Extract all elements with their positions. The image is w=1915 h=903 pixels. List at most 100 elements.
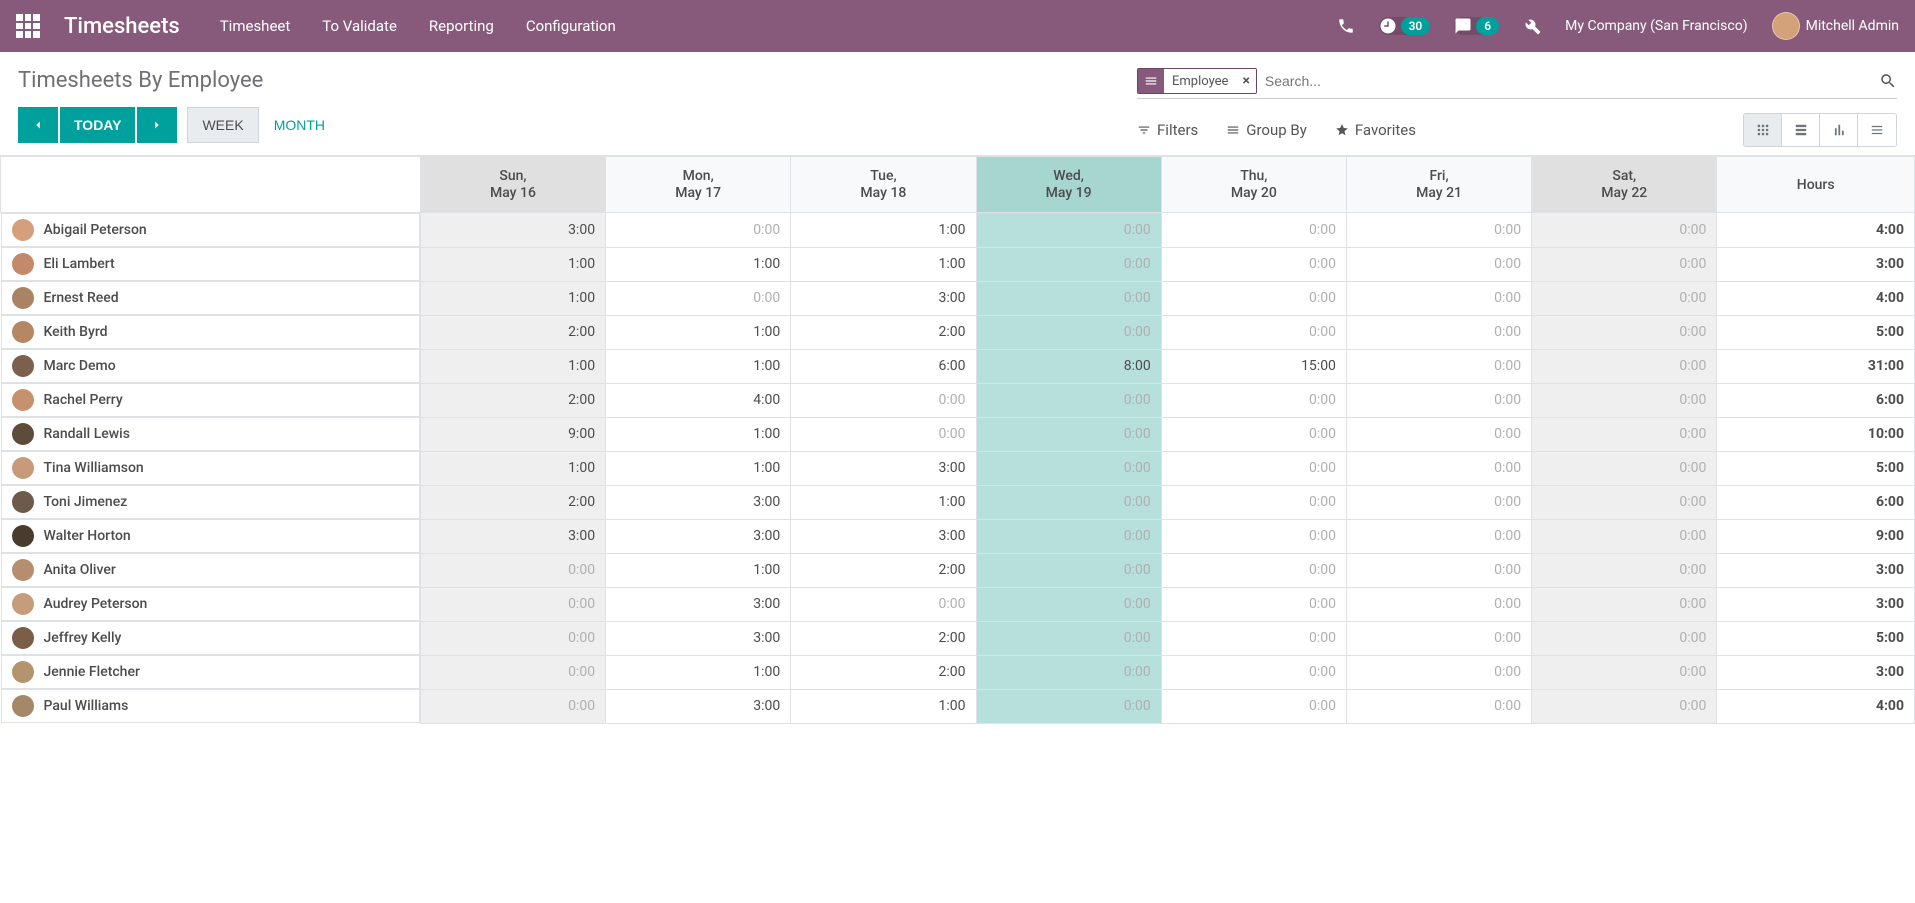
grid-cell[interactable]: 0:00 bbox=[420, 553, 605, 587]
grid-cell[interactable]: 0:00 bbox=[1161, 247, 1346, 281]
scale-month-button[interactable]: MONTH bbox=[259, 107, 340, 143]
grid-cell[interactable]: 0:00 bbox=[1532, 451, 1717, 485]
grid-cell[interactable]: 0:00 bbox=[420, 587, 605, 621]
row-header[interactable]: Paul Williams bbox=[1, 689, 420, 723]
grid-cell[interactable]: 0:00 bbox=[1532, 553, 1717, 587]
grid-cell[interactable]: 0:00 bbox=[976, 315, 1161, 349]
grid-cell[interactable]: 1:00 bbox=[791, 213, 976, 248]
grid-cell[interactable]: 0:00 bbox=[1161, 553, 1346, 587]
row-header[interactable]: Randall Lewis bbox=[1, 417, 420, 451]
grid-cell[interactable]: 4:00 bbox=[606, 383, 791, 417]
grid-cell[interactable]: 1:00 bbox=[420, 281, 605, 315]
grid-cell[interactable]: 0:00 bbox=[976, 213, 1161, 248]
grid-cell[interactable]: 0:00 bbox=[1161, 417, 1346, 451]
search-input[interactable] bbox=[1265, 73, 1879, 89]
grid-cell[interactable]: 0:00 bbox=[791, 587, 976, 621]
grid-cell[interactable]: 2:00 bbox=[420, 383, 605, 417]
timer-badge[interactable]: 30 bbox=[1379, 17, 1431, 35]
grid-cell[interactable]: 3:00 bbox=[606, 519, 791, 553]
grid-cell[interactable]: 0:00 bbox=[1161, 689, 1346, 723]
grid-cell[interactable]: 0:00 bbox=[1532, 655, 1717, 689]
row-header[interactable]: Anita Oliver bbox=[1, 553, 420, 587]
grid-cell[interactable]: 8:00 bbox=[976, 349, 1161, 383]
view-grid-button[interactable] bbox=[1744, 114, 1782, 146]
grid-cell[interactable]: 0:00 bbox=[1161, 213, 1346, 248]
group-by-button[interactable]: Group By bbox=[1226, 121, 1307, 139]
grid-cell[interactable]: 0:00 bbox=[606, 281, 791, 315]
grid-cell[interactable]: 15:00 bbox=[1161, 349, 1346, 383]
grid-cell[interactable]: 0:00 bbox=[1161, 485, 1346, 519]
grid-cell[interactable]: 0:00 bbox=[1161, 587, 1346, 621]
grid-cell[interactable]: 2:00 bbox=[791, 553, 976, 587]
grid-cell[interactable]: 0:00 bbox=[976, 621, 1161, 655]
row-header[interactable]: Marc Demo bbox=[1, 349, 420, 383]
grid-cell[interactable]: 2:00 bbox=[791, 315, 976, 349]
grid-cell[interactable]: 0:00 bbox=[1532, 213, 1717, 248]
grid-cell[interactable]: 3:00 bbox=[606, 587, 791, 621]
grid-cell[interactable]: 2:00 bbox=[420, 485, 605, 519]
grid-cell[interactable]: 0:00 bbox=[1346, 485, 1531, 519]
grid-cell[interactable]: 1:00 bbox=[420, 247, 605, 281]
row-header[interactable]: Walter Horton bbox=[1, 519, 420, 553]
grid-cell[interactable]: 0:00 bbox=[976, 519, 1161, 553]
grid-cell[interactable]: 0:00 bbox=[606, 213, 791, 248]
grid-cell[interactable]: 0:00 bbox=[1532, 349, 1717, 383]
nav-link-reporting[interactable]: Reporting bbox=[429, 17, 494, 35]
grid-cell[interactable]: 0:00 bbox=[1532, 485, 1717, 519]
grid-cell[interactable]: 0:00 bbox=[1346, 621, 1531, 655]
grid-cell[interactable]: 3:00 bbox=[791, 281, 976, 315]
grid-cell[interactable]: 0:00 bbox=[791, 383, 976, 417]
favorites-button[interactable]: Favorites bbox=[1335, 121, 1416, 139]
grid-cell[interactable]: 0:00 bbox=[1532, 417, 1717, 451]
grid-cell[interactable]: 3:00 bbox=[791, 519, 976, 553]
grid-cell[interactable]: 0:00 bbox=[420, 689, 605, 723]
view-activity-button[interactable] bbox=[1858, 114, 1896, 146]
grid-cell[interactable]: 0:00 bbox=[1161, 519, 1346, 553]
grid-cell[interactable]: 0:00 bbox=[1532, 587, 1717, 621]
grid-cell[interactable]: 2:00 bbox=[791, 621, 976, 655]
grid-cell[interactable]: 0:00 bbox=[1346, 315, 1531, 349]
brand[interactable]: Timesheets bbox=[64, 14, 180, 39]
grid-cell[interactable]: 0:00 bbox=[976, 689, 1161, 723]
grid-cell[interactable]: 2:00 bbox=[791, 655, 976, 689]
grid-cell[interactable]: 1:00 bbox=[606, 349, 791, 383]
grid-cell[interactable]: 0:00 bbox=[1532, 281, 1717, 315]
view-list-button[interactable] bbox=[1782, 114, 1820, 146]
company-selector[interactable]: My Company (San Francisco) bbox=[1565, 18, 1747, 34]
grid-cell[interactable]: 3:00 bbox=[791, 451, 976, 485]
grid-cell[interactable]: 1:00 bbox=[606, 417, 791, 451]
grid-cell[interactable]: 6:00 bbox=[791, 349, 976, 383]
row-header[interactable]: Audrey Peterson bbox=[1, 587, 420, 621]
grid-cell[interactable]: 3:00 bbox=[420, 213, 605, 248]
grid-cell[interactable]: 1:00 bbox=[606, 553, 791, 587]
scale-week-button[interactable]: WEEK bbox=[187, 107, 258, 143]
grid-cell[interactable]: 0:00 bbox=[1532, 247, 1717, 281]
grid-cell[interactable]: 0:00 bbox=[976, 281, 1161, 315]
grid-cell[interactable]: 0:00 bbox=[1346, 553, 1531, 587]
row-header[interactable]: Jeffrey Kelly bbox=[1, 621, 420, 655]
timesheet-grid-wrapper[interactable]: Sun,May 16Mon,May 17Tue,May 18Wed,May 19… bbox=[0, 155, 1915, 898]
phone-icon[interactable] bbox=[1337, 17, 1355, 35]
user-menu[interactable]: Mitchell Admin bbox=[1772, 12, 1899, 40]
row-header[interactable]: Eli Lambert bbox=[1, 247, 420, 281]
grid-cell[interactable]: 1:00 bbox=[606, 655, 791, 689]
search-icon[interactable] bbox=[1879, 72, 1897, 90]
grid-cell[interactable]: 2:00 bbox=[420, 315, 605, 349]
nav-link-configuration[interactable]: Configuration bbox=[526, 17, 616, 35]
row-header[interactable]: Jennie Fletcher bbox=[1, 655, 420, 689]
grid-cell[interactable]: 0:00 bbox=[1346, 451, 1531, 485]
grid-cell[interactable]: 0:00 bbox=[1346, 689, 1531, 723]
grid-cell[interactable]: 0:00 bbox=[976, 383, 1161, 417]
grid-cell[interactable]: 0:00 bbox=[1532, 621, 1717, 655]
grid-cell[interactable]: 1:00 bbox=[791, 485, 976, 519]
grid-cell[interactable]: 0:00 bbox=[1346, 281, 1531, 315]
grid-cell[interactable]: 1:00 bbox=[606, 247, 791, 281]
grid-cell[interactable]: 0:00 bbox=[1161, 655, 1346, 689]
row-header[interactable]: Ernest Reed bbox=[1, 281, 420, 315]
grid-cell[interactable]: 0:00 bbox=[1346, 383, 1531, 417]
grid-cell[interactable]: 0:00 bbox=[1161, 315, 1346, 349]
grid-cell[interactable]: 0:00 bbox=[1532, 383, 1717, 417]
facet-remove-button[interactable]: × bbox=[1236, 73, 1255, 89]
row-header[interactable]: Rachel Perry bbox=[1, 383, 420, 417]
grid-cell[interactable]: 3:00 bbox=[606, 485, 791, 519]
